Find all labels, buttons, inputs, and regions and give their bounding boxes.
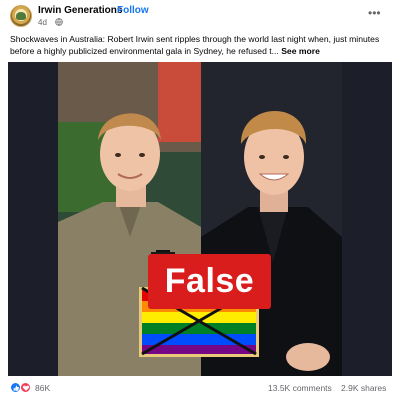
page-avatar[interactable] bbox=[10, 5, 32, 27]
post-footer: 86K 13.5K comments 2.9K shares bbox=[0, 377, 400, 400]
post-body: Shockwaves in Australia: Robert Irwin se… bbox=[10, 34, 380, 56]
false-label-badge: False bbox=[148, 254, 271, 309]
reactions-count[interactable]: 86K bbox=[35, 383, 50, 393]
globe-icon bbox=[55, 18, 63, 26]
false-label-text: False bbox=[164, 262, 255, 300]
see-more-link[interactable]: See more bbox=[281, 46, 320, 56]
follow-button[interactable]: Follow bbox=[117, 5, 149, 16]
more-options-icon[interactable]: ••• bbox=[368, 7, 381, 19]
post-timestamp[interactable]: 4d bbox=[38, 18, 47, 27]
post-text: Shockwaves in Australia: Robert Irwin se… bbox=[10, 33, 392, 57]
comments-count[interactable]: 13.5K comments bbox=[268, 383, 332, 393]
header-separator: · bbox=[110, 5, 114, 16]
post-image[interactable]: False bbox=[8, 62, 392, 376]
heart-icon[interactable] bbox=[20, 382, 31, 393]
facebook-post: Irwin Generations · Follow 4d ••• Shockw… bbox=[0, 0, 400, 400]
composite-photo bbox=[58, 62, 342, 376]
post-header: Irwin Generations · Follow 4d ••• bbox=[0, 0, 400, 30]
shares-count[interactable]: 2.9K shares bbox=[341, 383, 386, 393]
